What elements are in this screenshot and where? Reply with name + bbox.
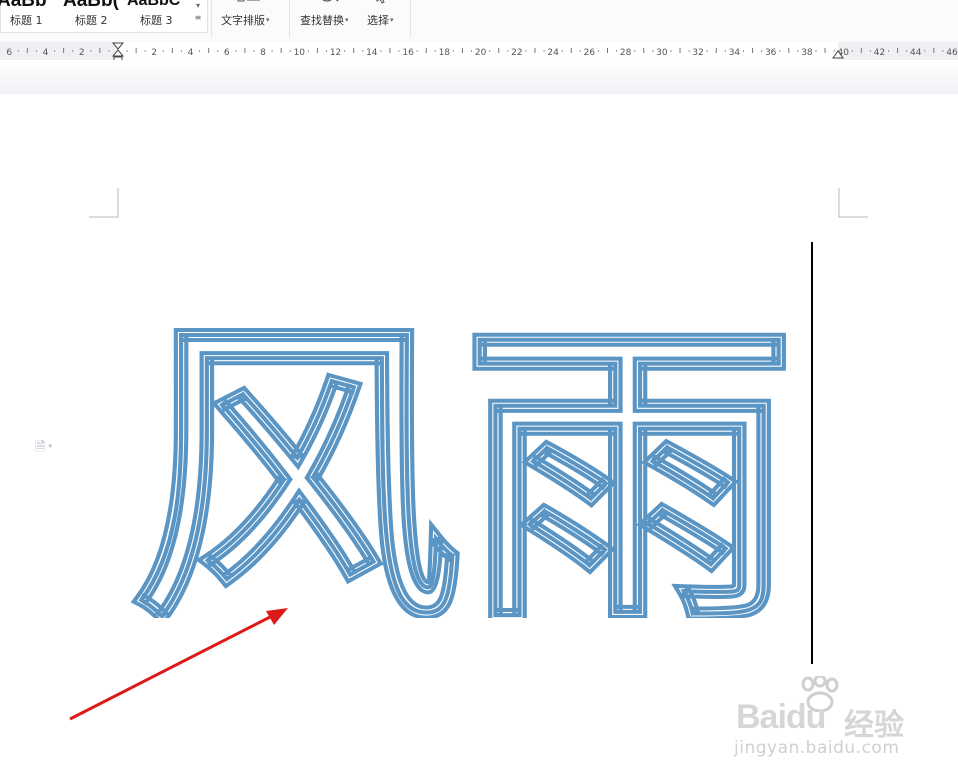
style-name: 标题 1 [10, 14, 43, 27]
chevron-down-icon[interactable]: ▾ [191, 0, 205, 12]
document-icon: 🗎 [35, 440, 46, 455]
more-styles-icon[interactable]: ≡ [191, 12, 205, 24]
ruler-label: 2 [151, 48, 157, 58]
text-cursor-line [811, 242, 813, 664]
ruler-label: 26 [584, 48, 596, 58]
ruler-label: 20 [475, 48, 487, 58]
ruler-label: 6 [224, 48, 230, 58]
outline-text: 风雨 [128, 298, 796, 618]
watermark-url: jingyan.baidu.com [734, 738, 900, 758]
baidu-watermark: Baidu 经验 jingyan.baidu.com [732, 676, 932, 776]
divider [211, 0, 212, 38]
chevron-down-icon: ▾ [266, 16, 270, 24]
page-corner-mark-right [838, 188, 868, 218]
page-corner-mark-left [89, 188, 119, 218]
ruler-shadow [0, 60, 958, 94]
style-preview: AaBb [0, 0, 47, 11]
indent-marker-icon[interactable] [111, 42, 125, 62]
ruler-label: 28 [620, 48, 632, 58]
outline-text-artwork[interactable]: 风雨 [128, 298, 796, 618]
style-preview: AaBbC [127, 0, 181, 9]
ruler-label: 12 [330, 48, 341, 58]
ruler-label: 34 [729, 48, 741, 58]
text-layout-label: 文字排版 [221, 14, 265, 27]
find-replace-label: 查找替换 [300, 14, 344, 27]
paragraph-options[interactable]: 🗎 ▾ [35, 438, 52, 460]
ruler-label: 42 [874, 48, 885, 58]
chevron-down-icon: ▾ [390, 16, 394, 24]
ruler-scale: 6 4 2 2 4 6 8 10 12 14 16 18 20 22 24 26 28 30 32 34 36 38 40 4… [0, 42, 958, 60]
ruler-label: 8 [260, 48, 266, 58]
ruler-label: 4 [188, 48, 194, 58]
style-preview: AaBb( [63, 0, 119, 11]
search-icon [322, 0, 339, 2]
ruler-label: 4 [43, 48, 49, 58]
right-indent-marker-icon[interactable] [831, 46, 845, 60]
ruler-label: 36 [765, 48, 777, 58]
ruler-label: 2 [79, 48, 85, 58]
ruler-label: 10 [294, 48, 306, 58]
ruler-label: 22 [511, 48, 522, 58]
ruler-label: 6 [6, 48, 12, 58]
ruler-label: 38 [801, 48, 813, 58]
ruler-label: 18 [439, 48, 451, 58]
select-label: 选择 [367, 14, 389, 27]
divider [410, 0, 411, 38]
ruler-label: 14 [366, 48, 378, 58]
ribbon-toolbar: AaBb 标题 1 AaBb( 标题 2 AaBbC 标题 3 ▾ ≡ 文字排版… [0, 0, 958, 42]
horizontal-ruler[interactable]: 6 4 2 2 4 6 8 10 12 14 16 18 20 22 24 26 28 30 32 34 36 38 40 4… [0, 42, 958, 62]
style-gallery-scroll[interactable]: ▾ ≡ [191, 0, 205, 32]
chevron-down-icon: ▾ [48, 442, 52, 450]
watermark-brand: Baidu [736, 698, 826, 736]
ruler-label: 16 [402, 48, 414, 58]
ruler-label: 32 [692, 48, 703, 58]
ruler-label: 46 [946, 48, 958, 58]
chevron-down-icon: ▾ [345, 16, 349, 24]
cursor-arrow-icon [376, 0, 385, 4]
ruler-label: 24 [547, 48, 559, 58]
annotation-arrow-icon [69, 608, 288, 721]
style-gallery: AaBb 标题 1 AaBb( 标题 2 AaBbC 标题 3 ▾ ≡ [0, 0, 208, 33]
ruler-label: 44 [910, 48, 922, 58]
ruler-label: 30 [656, 48, 668, 58]
style-name: 标题 2 [75, 14, 108, 27]
divider [289, 0, 290, 38]
style-name: 标题 3 [140, 14, 173, 27]
text-layout-icon [237, 0, 260, 2]
